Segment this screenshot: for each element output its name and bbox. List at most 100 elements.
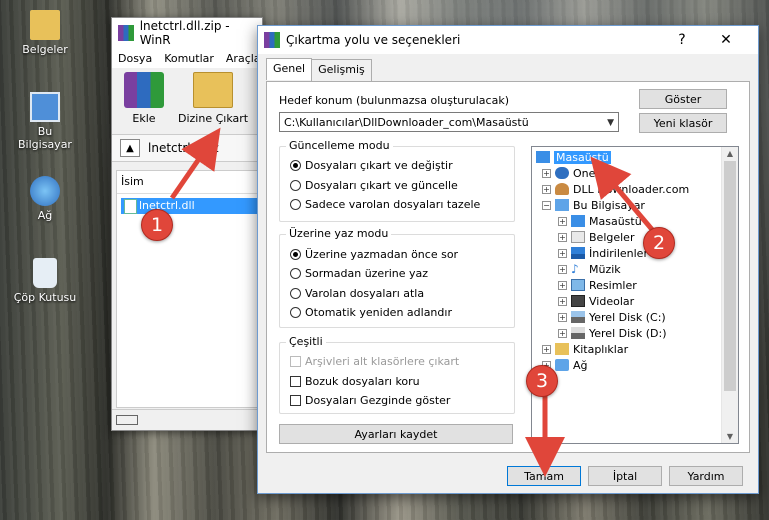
tree-node-videos[interactable]: + Videolar bbox=[558, 293, 634, 309]
radio-checked[interactable] bbox=[290, 249, 301, 260]
help-titlebar-button[interactable]: ? bbox=[662, 26, 702, 54]
scroll-down-icon[interactable]: ▼ bbox=[722, 432, 738, 441]
tree-node-label: Ağ bbox=[573, 358, 588, 372]
update-mode-group: Güncelleme modu Dosyaları çıkart ve deği… bbox=[279, 139, 515, 222]
radio-ask-before-overwrite[interactable]: Üzerine yazmadan önce sor bbox=[290, 248, 458, 261]
radio-freshen-existing[interactable]: Sadece varolan dosyaları tazele bbox=[290, 198, 480, 211]
tree-node-music[interactable]: + ♪ Müzik bbox=[558, 261, 621, 277]
expand-icon[interactable]: + bbox=[558, 328, 567, 338]
file-row[interactable]: lnetctrl.dll bbox=[121, 198, 257, 214]
ok-button[interactable]: Tamam bbox=[507, 466, 581, 486]
save-settings-button[interactable]: Ayarları kaydet bbox=[279, 424, 513, 444]
desktop-icon-this-pc[interactable]: Bu Bilgisayar bbox=[10, 92, 80, 151]
tree-scrollbar[interactable]: ▲ ▼ bbox=[721, 147, 738, 443]
checkbox-unchecked[interactable] bbox=[290, 395, 301, 406]
help-button[interactable]: Yardım bbox=[669, 466, 743, 486]
option-label: Otomatik yeniden adlandır bbox=[305, 306, 452, 319]
expand-icon[interactable]: + bbox=[558, 280, 567, 290]
winrar-title: lnetctrl.dll.zip - WinR bbox=[139, 19, 230, 47]
library-icon bbox=[555, 343, 569, 355]
tab-general[interactable]: Genel bbox=[266, 58, 313, 80]
option-label: Dosyaları çıkart ve değiştir bbox=[305, 159, 453, 172]
tree-node-label: Yerel Disk (C:) bbox=[589, 310, 666, 324]
tree-node-label: Videolar bbox=[589, 294, 635, 308]
tree-node-libraries[interactable]: + Kitaplıklar bbox=[542, 341, 628, 357]
expand-icon[interactable]: + bbox=[542, 168, 551, 178]
extract-to-button[interactable]: Dizine Çıkart bbox=[178, 72, 248, 125]
tree-node-disk-d[interactable]: + Yerel Disk (D:) bbox=[558, 325, 667, 341]
winrar-titlebar: lnetctrl.dll.zip - WinR bbox=[112, 18, 262, 48]
expand-icon[interactable]: + bbox=[558, 296, 567, 306]
expand-icon[interactable]: + bbox=[558, 248, 567, 258]
tree-node-this-pc[interactable]: − Bu Bilgisayar bbox=[542, 197, 645, 213]
checkbox-show-in-explorer[interactable]: Dosyaları Gezginde göster bbox=[290, 394, 450, 407]
expand-icon[interactable]: + bbox=[558, 264, 567, 274]
tree-node-downloads[interactable]: + İndirilenler bbox=[558, 245, 648, 261]
checkbox-keep-broken[interactable]: Bozuk dosyaları koru bbox=[290, 375, 420, 388]
expand-icon[interactable]: + bbox=[558, 216, 567, 226]
network-icon bbox=[555, 359, 569, 371]
radio-auto-rename[interactable]: Otomatik yeniden adlandır bbox=[290, 306, 452, 319]
overwrite-mode-title: Üzerine yaz modu bbox=[286, 227, 392, 240]
radio-checked[interactable] bbox=[290, 160, 301, 171]
tree-node-label: Yerel Disk (D:) bbox=[589, 326, 667, 340]
cloud-icon bbox=[555, 167, 569, 179]
radio-skip-existing[interactable]: Varolan dosyaları atla bbox=[290, 287, 424, 300]
expand-icon[interactable]: + bbox=[542, 344, 551, 354]
scrollbar-thumb[interactable] bbox=[724, 161, 736, 391]
desktop-icon-label: Belgeler bbox=[22, 43, 68, 56]
tree-node-user[interactable]: + DLL Downloader.com bbox=[542, 181, 689, 197]
add-label: Ekle bbox=[132, 112, 156, 125]
up-folder-button[interactable]: ▲ bbox=[120, 139, 140, 157]
show-button[interactable]: Göster bbox=[639, 89, 727, 109]
computer-icon bbox=[30, 92, 60, 122]
cancel-button[interactable]: İptal bbox=[588, 466, 662, 486]
tree-node-desktop[interactable]: + Masaüstü bbox=[558, 213, 642, 229]
menu-commands[interactable]: Komutlar bbox=[164, 52, 214, 65]
menu-file[interactable]: Dosya bbox=[118, 52, 152, 65]
radio-extract-replace[interactable]: Dosyaları çıkart ve değiştir bbox=[290, 159, 453, 172]
user-icon bbox=[555, 183, 569, 195]
tree-node-onedrive[interactable]: + OneDrive bbox=[542, 165, 625, 181]
target-path-combo[interactable]: C:\Kullanıcılar\DllDownloader_com\Masaüs… bbox=[279, 112, 619, 132]
radio-extract-update[interactable]: Dosyaları çıkart ve güncelle bbox=[290, 179, 458, 192]
scroll-up-icon[interactable]: ▲ bbox=[722, 149, 738, 158]
step-marker-2: 2 bbox=[643, 227, 675, 259]
folder-tree[interactable]: Masaüstü + OneDrive + DLL Downloader.com −… bbox=[531, 146, 739, 444]
radio-overwrite-without-prompt[interactable]: Sormadan üzerine yaz bbox=[290, 267, 428, 280]
option-label: Bozuk dosyaları koru bbox=[305, 375, 420, 388]
winrar-address-bar: ▲ lnetctrl.dll.z bbox=[112, 134, 262, 162]
tree-node-disk-c[interactable]: + Yerel Disk (C:) bbox=[558, 309, 666, 325]
desktop-icon-label: Ağ bbox=[37, 209, 53, 222]
expand-icon[interactable]: + bbox=[542, 184, 551, 194]
tree-node-label: Belgeler bbox=[589, 230, 635, 244]
menu-tools[interactable]: Araçla bbox=[226, 52, 261, 65]
tree-node-label: DLL Downloader.com bbox=[573, 182, 690, 196]
tree-node-desktop-root[interactable]: Masaüstü bbox=[536, 149, 611, 165]
checkbox-unchecked[interactable] bbox=[290, 376, 301, 387]
tree-node-documents[interactable]: + Belgeler bbox=[558, 229, 634, 245]
download-icon bbox=[571, 247, 585, 259]
expand-icon[interactable]: + bbox=[558, 232, 567, 242]
expand-icon[interactable]: + bbox=[558, 312, 567, 322]
step-marker-1: 1 bbox=[141, 209, 173, 241]
desktop-icon-recycle-bin[interactable]: Çöp Kutusu bbox=[10, 258, 80, 304]
winrar-menubar: Dosya Komutlar Araçla bbox=[112, 48, 262, 68]
tree-node-pictures[interactable]: + Resimler bbox=[558, 277, 637, 293]
collapse-icon[interactable]: − bbox=[542, 200, 551, 210]
new-folder-button[interactable]: Yeni klasör bbox=[639, 113, 727, 133]
overwrite-mode-group: Üzerine yaz modu Üzerine yazmadan önce s… bbox=[279, 227, 515, 328]
radio-unchecked[interactable] bbox=[290, 268, 301, 279]
close-button[interactable]: ✕ bbox=[706, 26, 746, 54]
radio-unchecked[interactable] bbox=[290, 307, 301, 318]
chevron-down-icon[interactable]: ▼ bbox=[607, 113, 614, 133]
radio-unchecked[interactable] bbox=[290, 180, 301, 191]
radio-unchecked[interactable] bbox=[290, 288, 301, 299]
add-button[interactable]: Ekle bbox=[124, 72, 164, 125]
column-header-name[interactable]: İsim bbox=[117, 171, 261, 194]
tab-advanced[interactable]: Gelişmiş bbox=[311, 59, 372, 81]
desktop-icon-documents[interactable]: Belgeler bbox=[10, 10, 80, 56]
desktop-icon-network[interactable]: Ağ bbox=[10, 176, 80, 222]
desktop-icon bbox=[536, 151, 550, 163]
radio-unchecked[interactable] bbox=[290, 199, 301, 210]
